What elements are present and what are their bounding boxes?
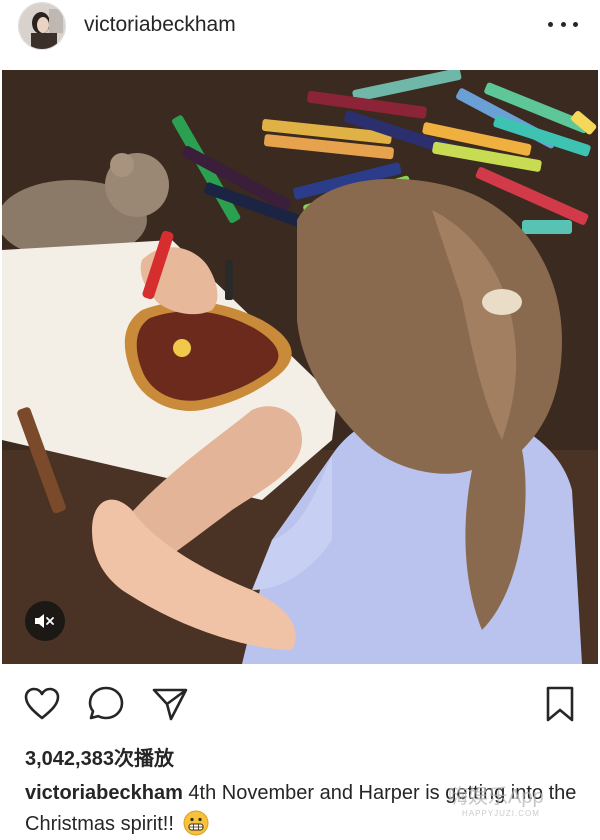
speaker-muted-icon[interactable] (25, 601, 65, 641)
post-video[interactable] (2, 70, 598, 664)
bookmark-icon[interactable] (540, 684, 580, 724)
action-bar (0, 680, 600, 728)
more-options-icon[interactable] (548, 12, 578, 36)
post-username[interactable]: victoriabeckham (84, 13, 236, 37)
watermark-main: 嗨娱乐App (448, 786, 544, 808)
caption-username[interactable]: victoriabeckham (25, 782, 183, 804)
comment-icon[interactable] (86, 684, 126, 724)
heart-icon[interactable] (22, 684, 62, 724)
avatar[interactable] (18, 2, 66, 50)
share-icon[interactable] (150, 684, 190, 724)
grimacing-face-emoji (183, 810, 209, 836)
view-count: 3,042,383次播放 (25, 748, 174, 770)
watermark: 嗨娱乐App HAPPYJUZI.COM (448, 780, 544, 818)
watermark-sub: HAPPYJUZI.COM (462, 809, 540, 818)
post-header: victoriabeckham (0, 0, 600, 70)
